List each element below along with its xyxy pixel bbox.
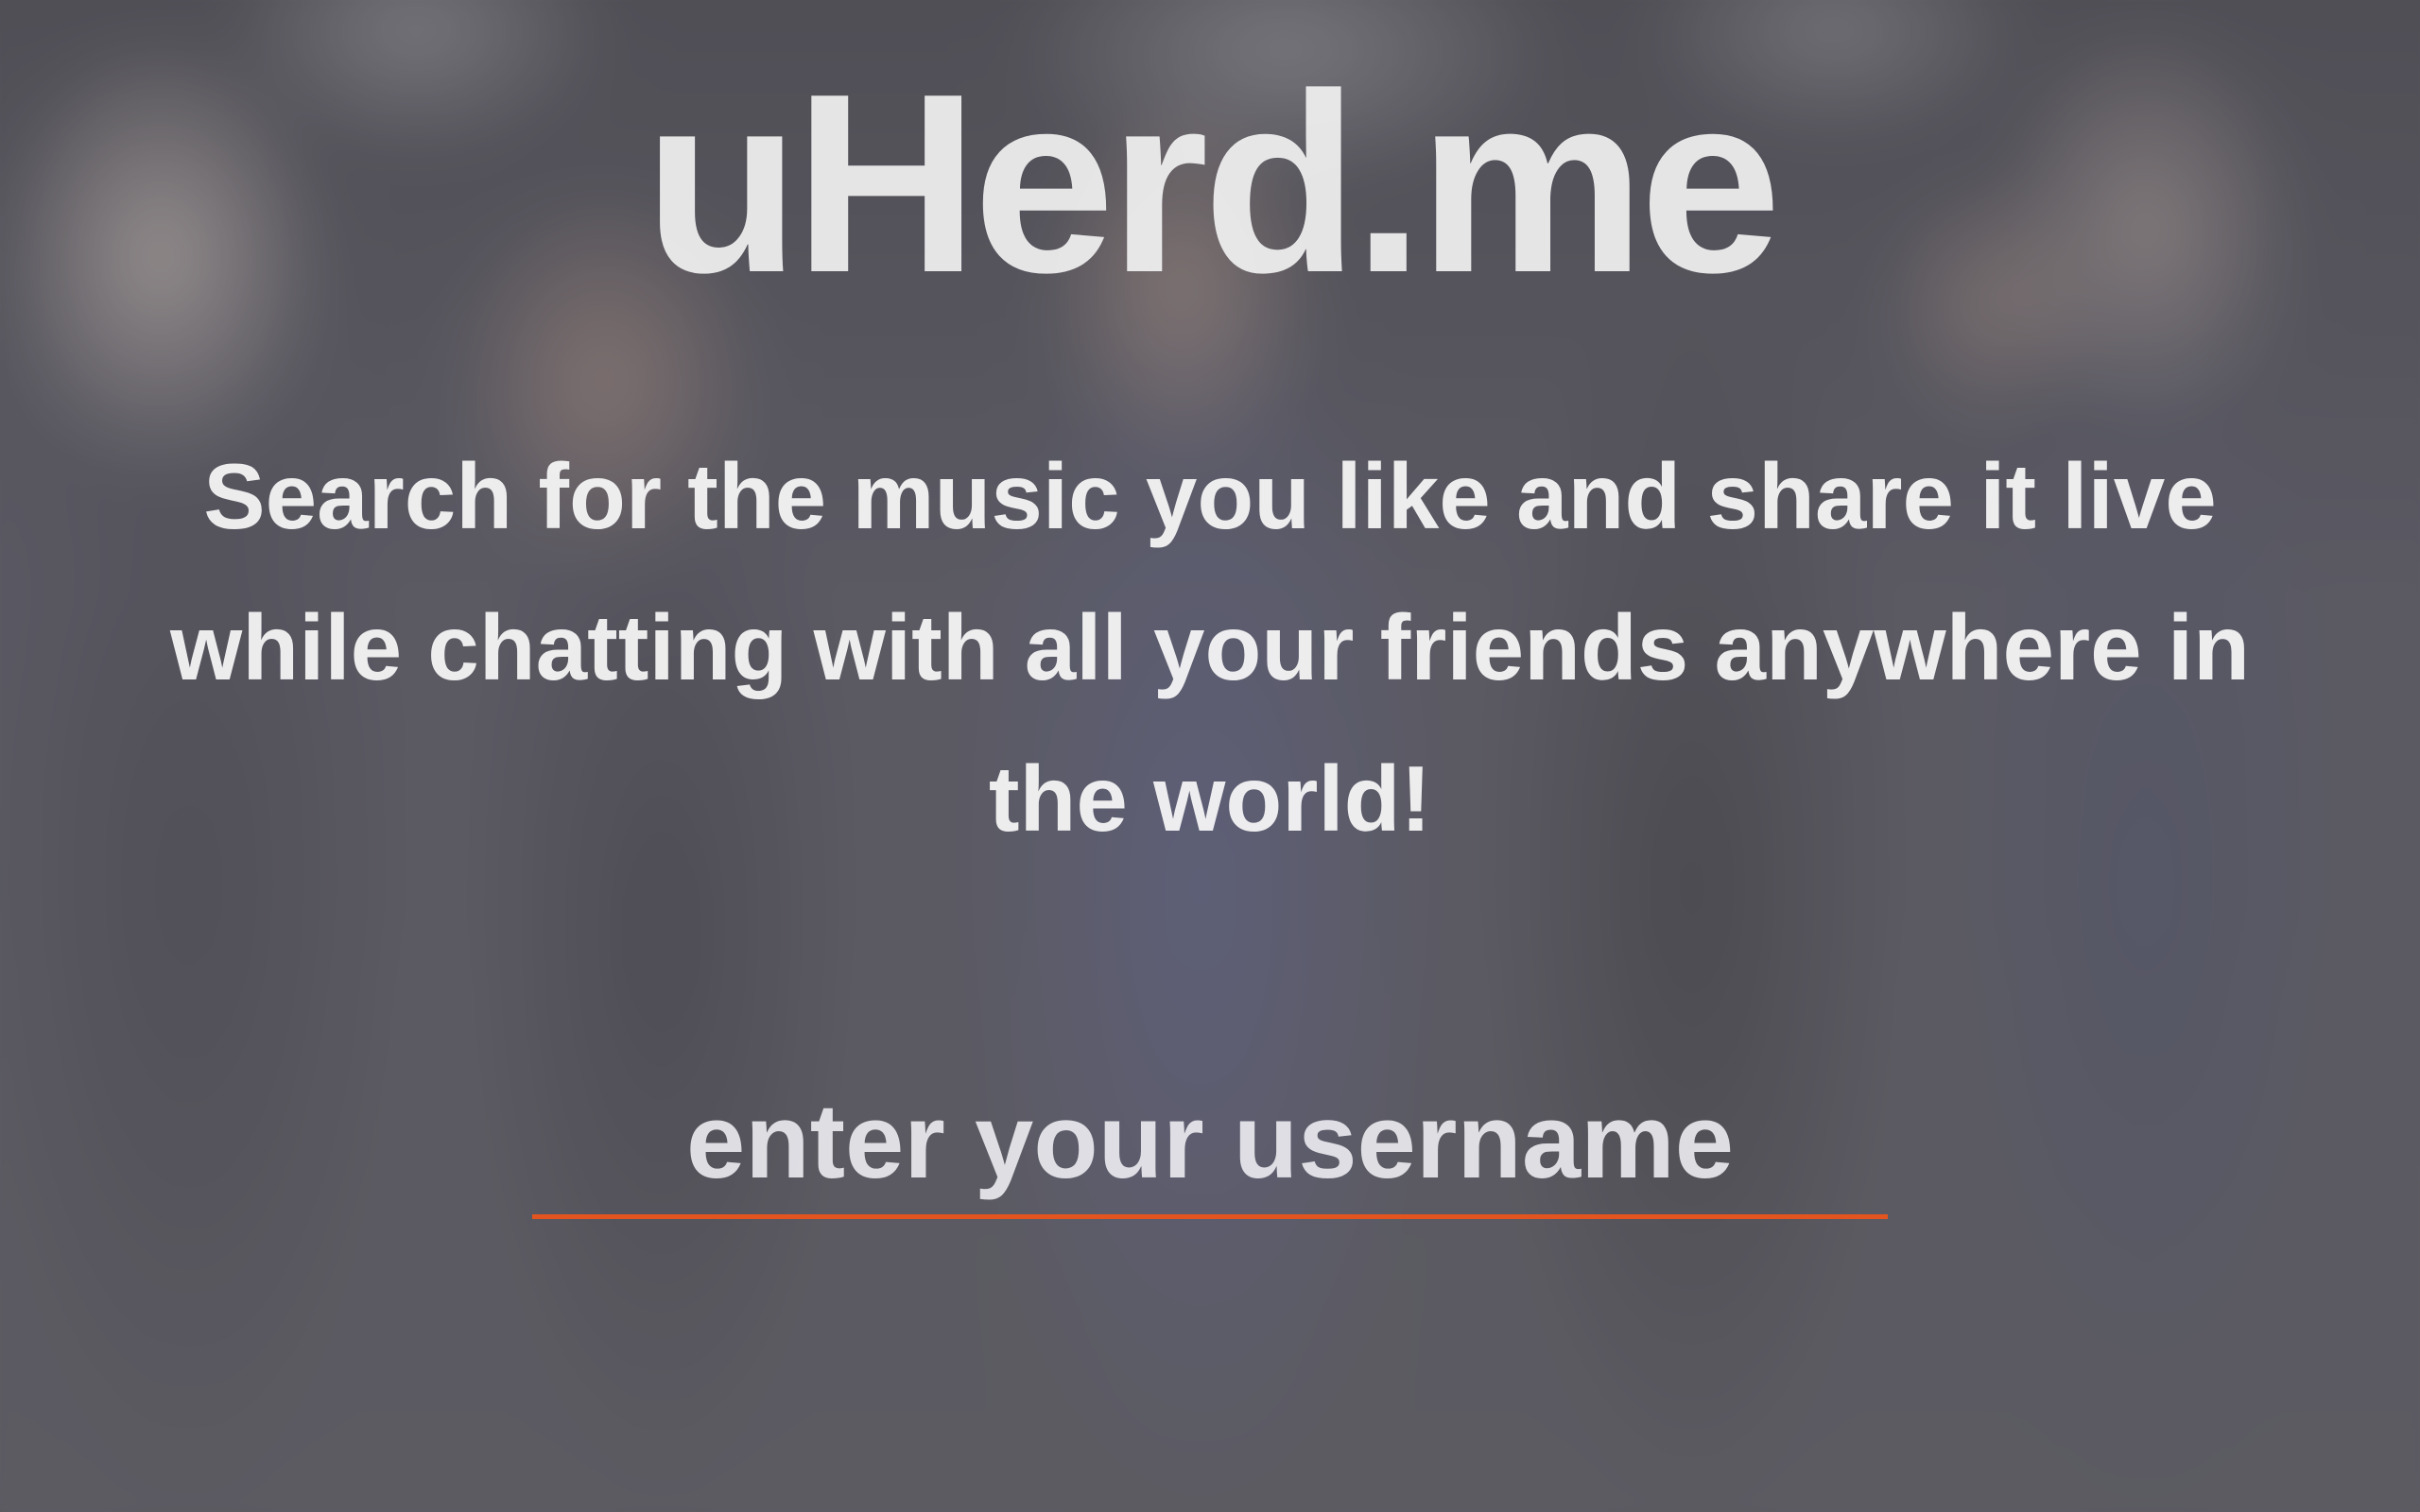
app-tagline: Search for the music you like and share … <box>170 444 2250 850</box>
username-form <box>532 1068 1888 1233</box>
app-title: uHerd.me <box>644 42 1781 326</box>
landing-page: uHerd.me Search for the music you like a… <box>0 0 2420 1512</box>
username-input[interactable] <box>532 1068 1888 1219</box>
hero: uHerd.me Search for the music you like a… <box>0 0 2420 1512</box>
